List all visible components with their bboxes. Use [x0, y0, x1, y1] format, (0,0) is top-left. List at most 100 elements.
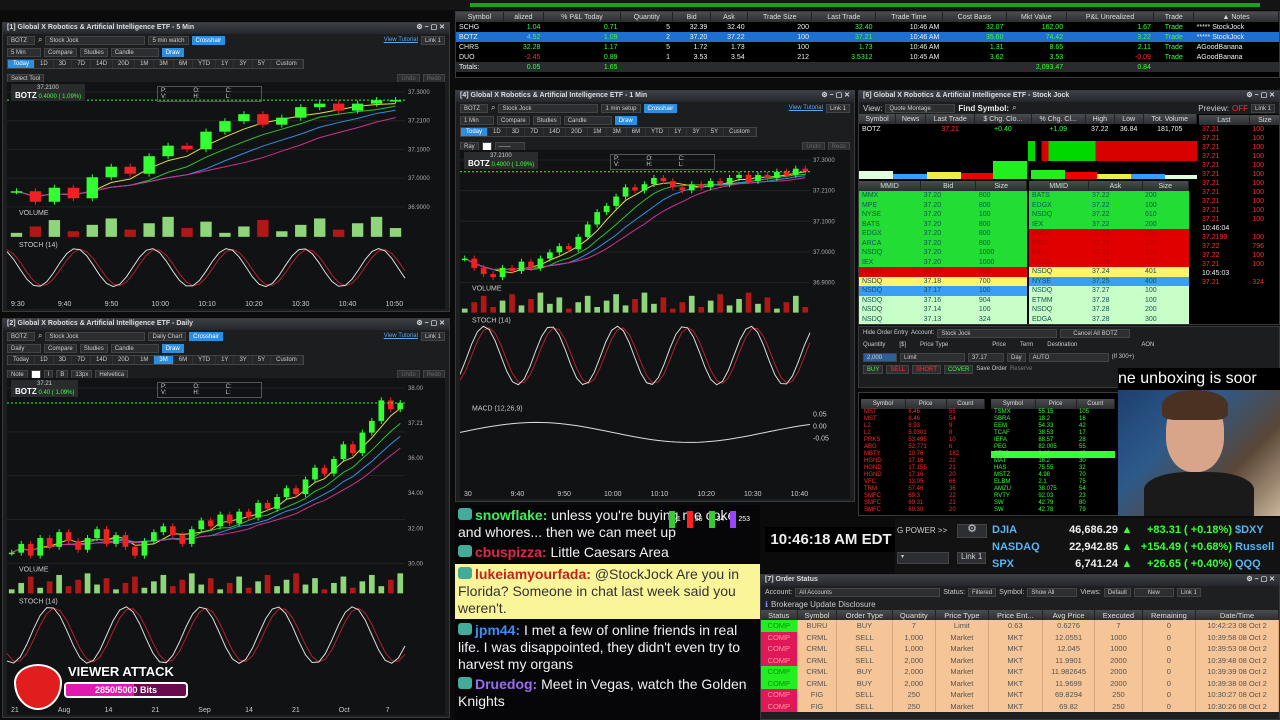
setup-select[interactable]: 5 min watch — [148, 35, 189, 45]
level2-row[interactable]: ETMM 37.28 100 — [1029, 295, 1189, 305]
range-tab[interactable]: 1Y — [216, 356, 235, 364]
order-column-header[interactable]: Symbol — [797, 610, 838, 620]
account-dropdown[interactable]: ▾ — [897, 552, 949, 564]
range-tab[interactable]: 14D — [91, 356, 114, 364]
range-tab[interactable]: 5Y — [252, 60, 272, 68]
scanner-row[interactable]: SMFC 69.30 20 — [861, 507, 985, 514]
level2-row[interactable]: EDGA 37.28 300 — [1029, 314, 1189, 324]
column-header[interactable]: Trade — [1153, 12, 1195, 22]
range-tab[interactable]: YTD — [646, 128, 670, 136]
level2-row[interactable]: NSDQ 37.23 200 — [1029, 229, 1189, 239]
window-controls[interactable]: ⚙ − ▢ ✕ — [821, 91, 850, 99]
range-tab[interactable]: 3Y — [687, 128, 706, 136]
window-controls[interactable]: ⚙ − ▢ ✕ — [1246, 575, 1275, 583]
range-tab[interactable]: 1M — [135, 356, 155, 364]
chat-username[interactable]: snowflake: — [475, 507, 547, 523]
link-button[interactable]: Link 1 — [957, 552, 987, 564]
chart-type-select[interactable]: Candle — [110, 47, 159, 57]
setup-select[interactable]: Daily Chart — [148, 331, 187, 341]
range-tab[interactable]: 7D — [72, 60, 92, 68]
studies-select[interactable]: Studies — [79, 47, 108, 57]
scanner-row[interactable]: MSTZ 4.98 70 — [991, 472, 1115, 479]
account-select[interactable]: Stock Jock — [937, 328, 1058, 338]
column-header[interactable]: Ask — [710, 12, 749, 22]
buy-button[interactable]: BUY — [863, 364, 884, 374]
scanner-row[interactable]: SBRA 18.2 18 — [991, 416, 1115, 423]
column-header[interactable]: Mkt Value — [1006, 12, 1067, 22]
order-column-header[interactable]: Status — [761, 610, 798, 620]
level2-row[interactable]: BATS 37.22 200 — [1029, 191, 1189, 201]
view-tutorial-link[interactable]: View Tutorial — [384, 333, 418, 339]
chart-canvas[interactable]: 37.3000 37.2100 37.1000 37.0000 36.9000 VOLUM… — [459, 150, 850, 499]
scanner-row[interactable]: STX3 3.46 43 — [991, 451, 1115, 458]
draw-button[interactable]: Draw — [161, 343, 184, 353]
term-select[interactable]: Day — [1007, 352, 1026, 362]
status-select[interactable]: Filtered — [968, 587, 997, 597]
range-tab[interactable]: 5Y — [252, 356, 272, 364]
position-row[interactable]: BOTZ 4.52 1.09 2 37.20 37.22 100 37.21 10:46 AM 3… — [456, 32, 1279, 42]
account-select[interactable]: Stock Jock — [45, 35, 146, 45]
column-header[interactable]: Bid — [672, 12, 711, 22]
range-tab[interactable]: 1Y — [216, 60, 235, 68]
column-header[interactable]: % P&L Today — [543, 12, 622, 22]
scanner-row[interactable]: HGND 17.155 21 — [861, 465, 985, 472]
range-tab[interactable]: 3D — [506, 128, 526, 136]
account-select[interactable]: All Accounts — [795, 587, 941, 597]
account-select[interactable]: Stock Jock — [498, 103, 599, 113]
scanner-row[interactable]: EEM 54.33 42 — [991, 423, 1115, 430]
search-icon[interactable]: ⌕ — [491, 103, 495, 113]
level2-row[interactable]: NYSE 37.20 100 — [859, 210, 1027, 220]
range-tab[interactable]: YTD — [193, 60, 217, 68]
new-order-button[interactable]: New — [1133, 587, 1174, 597]
draw-button[interactable]: Draw — [614, 115, 637, 125]
level2-row[interactable]: NSDQ 37.27 100 — [1029, 286, 1189, 296]
aon-checkbox[interactable]: (If 300+) — [1112, 354, 1135, 360]
order-column-header[interactable]: Price Type — [935, 610, 989, 620]
range-tab[interactable]: 6M — [173, 60, 194, 68]
level2-row[interactable]: NSDQ 37.24 401 — [1029, 267, 1189, 277]
level2-row[interactable]: NYSE 37.25 400 — [1029, 276, 1189, 286]
level2-row[interactable]: NSDQ 37.28 200 — [1029, 305, 1189, 315]
settings-gear-icon[interactable]: ⚙ — [957, 524, 987, 538]
crosshair-button[interactable]: Crosshair — [643, 103, 678, 113]
scanner-row[interactable]: SW 42.79 80 — [991, 500, 1115, 507]
window-controls[interactable]: ⚙ − ▢ ✕ — [1246, 91, 1275, 99]
range-tab[interactable]: 3M — [154, 60, 174, 68]
window-controls[interactable]: ⚙ − ▢ ✕ — [416, 319, 445, 327]
scanner-row[interactable]: L2 8.93 9 — [861, 423, 985, 430]
level2-row[interactable]: NSDQ 37.19 200 — [859, 267, 1027, 277]
scanner-row[interactable]: HGND 17.16 22 — [861, 458, 985, 465]
column-header[interactable]: Trade Time — [875, 12, 943, 22]
position-row[interactable]: CHRS 32.28 1.17 5 1.72 1.73 100 1.73 10:46 AM 1.3… — [456, 42, 1279, 52]
order-row[interactable]: COMP CRML SELL 2,000 Market MKT 11.9901 2000 0 10… — [761, 654, 1279, 666]
scanner-row[interactable]: IEFA 88.57 28 — [991, 437, 1115, 444]
range-tab[interactable]: 1D — [35, 60, 54, 68]
range-tab[interactable]: 1D — [488, 128, 507, 136]
level2-row[interactable]: NSDQ 37.20 1000 — [859, 248, 1027, 258]
scanner-row[interactable]: HAS 75.55 32 — [991, 465, 1115, 472]
position-cell[interactable]: Trade — [1154, 42, 1194, 52]
link-button[interactable]: Link 1 — [1250, 103, 1275, 113]
level2-row[interactable]: MPE 37.23 100 — [1029, 248, 1189, 258]
scanner-row[interactable]: RVTY 92.03 23 — [991, 493, 1115, 500]
symbol-input[interactable]: BOTZ — [7, 331, 35, 341]
level2-row[interactable]: ARCA 37.23 200 — [1029, 257, 1189, 267]
chart-type-select[interactable]: Candle — [110, 343, 159, 353]
position-cell[interactable]: Trade — [1154, 52, 1194, 62]
search-icon[interactable]: ⌕ — [1012, 103, 1016, 113]
range-tab[interactable]: Today — [461, 128, 489, 136]
range-tab[interactable]: Today — [8, 60, 36, 68]
range-tab[interactable]: 7D — [525, 128, 545, 136]
range-tab[interactable]: 3D — [53, 60, 73, 68]
level2-row[interactable]: IEX 37.22 200 — [1029, 219, 1189, 229]
symbol-select[interactable]: Show All — [1027, 587, 1078, 597]
range-tab[interactable]: 1Y — [669, 128, 688, 136]
range-tab[interactable]: 20D — [113, 60, 136, 68]
crosshair-button[interactable]: Crosshair — [189, 331, 223, 341]
range-tab[interactable]: 3M — [607, 128, 627, 136]
level2-row[interactable]: NSDQ 37.22 610 — [1029, 210, 1189, 220]
save-order-checkbox[interactable]: Save Order — [976, 366, 1007, 372]
range-tab[interactable]: 20D — [113, 356, 136, 364]
column-header[interactable]: P&L Unrealized — [1066, 12, 1155, 22]
scanner-row[interactable]: TSMX 55.15 105 — [991, 409, 1115, 416]
